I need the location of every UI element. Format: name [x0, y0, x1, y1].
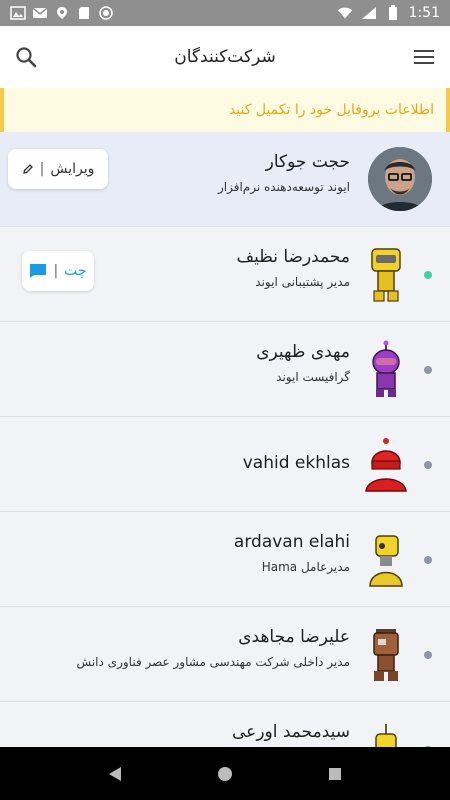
offline-status-dot [424, 366, 432, 374]
avatar [368, 147, 432, 211]
participant-name: vahid ekhlas [242, 453, 350, 473]
offline-status-dot [424, 556, 432, 564]
list-item[interactable]: مهدی ظهیری گرافیست ایوند [0, 322, 450, 417]
robot-avatar-icon [371, 248, 401, 302]
participant-info: ardavan elahi مدیرعامل Hama [234, 532, 350, 574]
list-item[interactable]: vahid ekhlas [0, 417, 450, 512]
divider: | [53, 263, 59, 279]
participant-role: مدیر داخلی شرکت مهندسی مشاور عصر فناوری … [76, 655, 350, 669]
participant-info: سیدمحمد اورعی [232, 722, 350, 742]
back-button[interactable] [103, 762, 127, 786]
home-circle-icon [218, 766, 232, 781]
participant-name: مهدی ظهیری [256, 342, 350, 362]
divider: | [39, 161, 45, 177]
page-title: شرکت‌کنندگان [174, 47, 276, 67]
recents-square-icon [329, 767, 341, 780]
robot-avatar-icon [369, 535, 403, 587]
participant-name: سیدمحمد اورعی [232, 722, 350, 742]
list-item[interactable]: علیرضا مجاهدی مدیر داخلی شرکت مهندسی مشا… [0, 607, 450, 702]
participant-name: علیرضا مجاهدی [238, 627, 350, 647]
pencil-icon [22, 164, 33, 174]
list-item[interactable]: ardavan elahi مدیرعامل Hama [0, 512, 450, 607]
system-navigation-bar [0, 747, 450, 800]
menu-button[interactable] [410, 43, 438, 71]
search-button[interactable] [12, 43, 40, 71]
participants-list: حجت جوکار ایوند توسعه‌دهنده نرم‌افزار وی… [0, 132, 450, 797]
app-bar: شرکت‌کنندگان [0, 26, 450, 88]
chat-button[interactable]: چت | [22, 251, 94, 291]
sd-card-icon [76, 6, 92, 20]
participant-info: محمدرضا نظیف مدیر پشتیبانی ایوند [237, 247, 350, 289]
gmail-icon [32, 6, 48, 20]
back-triangle-icon [109, 766, 121, 781]
robot-avatar-icon [373, 629, 399, 681]
edit-profile-button[interactable]: ویرایش | [8, 149, 108, 189]
participant-info: حجت جوکار ایوند توسعه‌دهنده نرم‌افزار [218, 152, 350, 194]
participant-role: ایوند توسعه‌دهنده نرم‌افزار [217, 180, 350, 194]
participant-name: ardavan elahi [233, 532, 350, 552]
offline-status-dot [424, 651, 432, 659]
chat-bubble-icon [30, 264, 47, 278]
participant-name: محمدرضا نظیف [236, 247, 350, 267]
chat-label: چت [64, 263, 87, 279]
complete-profile-banner[interactable]: اطلاعات پروفایل خود را تکمیل کنید [0, 88, 450, 132]
search-icon [16, 47, 37, 68]
battery-icon [385, 5, 401, 20]
gallery-icon [10, 6, 26, 20]
status-bar: 1:51 [0, 0, 450, 26]
robot-avatar-icon [365, 438, 407, 492]
participant-role: مدیرعامل Hama [261, 560, 350, 574]
status-time: 1:51 [408, 5, 440, 21]
list-item[interactable]: محمدرضا نظیف مدیر پشتیبانی ایوند چت | [0, 227, 450, 322]
hamburger-menu-icon [413, 50, 434, 64]
list-item[interactable]: حجت جوکار ایوند توسعه‌دهنده نرم‌افزار وی… [0, 132, 450, 227]
participant-info: علیرضا مجاهدی مدیر داخلی شرکت مهندسی مشا… [77, 627, 350, 669]
participant-name: حجت جوکار [265, 152, 350, 172]
recents-button[interactable] [323, 762, 347, 786]
online-status-dot [424, 271, 432, 279]
participant-info: vahid ekhlas [243, 453, 350, 473]
edit-label: ویرایش [50, 161, 95, 177]
wifi-icon [337, 6, 353, 20]
robot-avatar-icon [372, 340, 400, 397]
participant-role: مدیر پشتیبانی ایوند [255, 275, 350, 289]
signal-icon [361, 6, 377, 20]
maps-icon [54, 6, 70, 20]
participant-role: گرافیست ایوند [276, 370, 350, 384]
participant-info: مهدی ظهیری گرافیست ایوند [256, 342, 350, 384]
banner-text: اطلاعات پروفایل خود را تکمیل کنید [228, 102, 434, 118]
circle-icon [98, 6, 114, 20]
offline-status-dot [424, 461, 432, 469]
home-button[interactable] [213, 762, 237, 786]
